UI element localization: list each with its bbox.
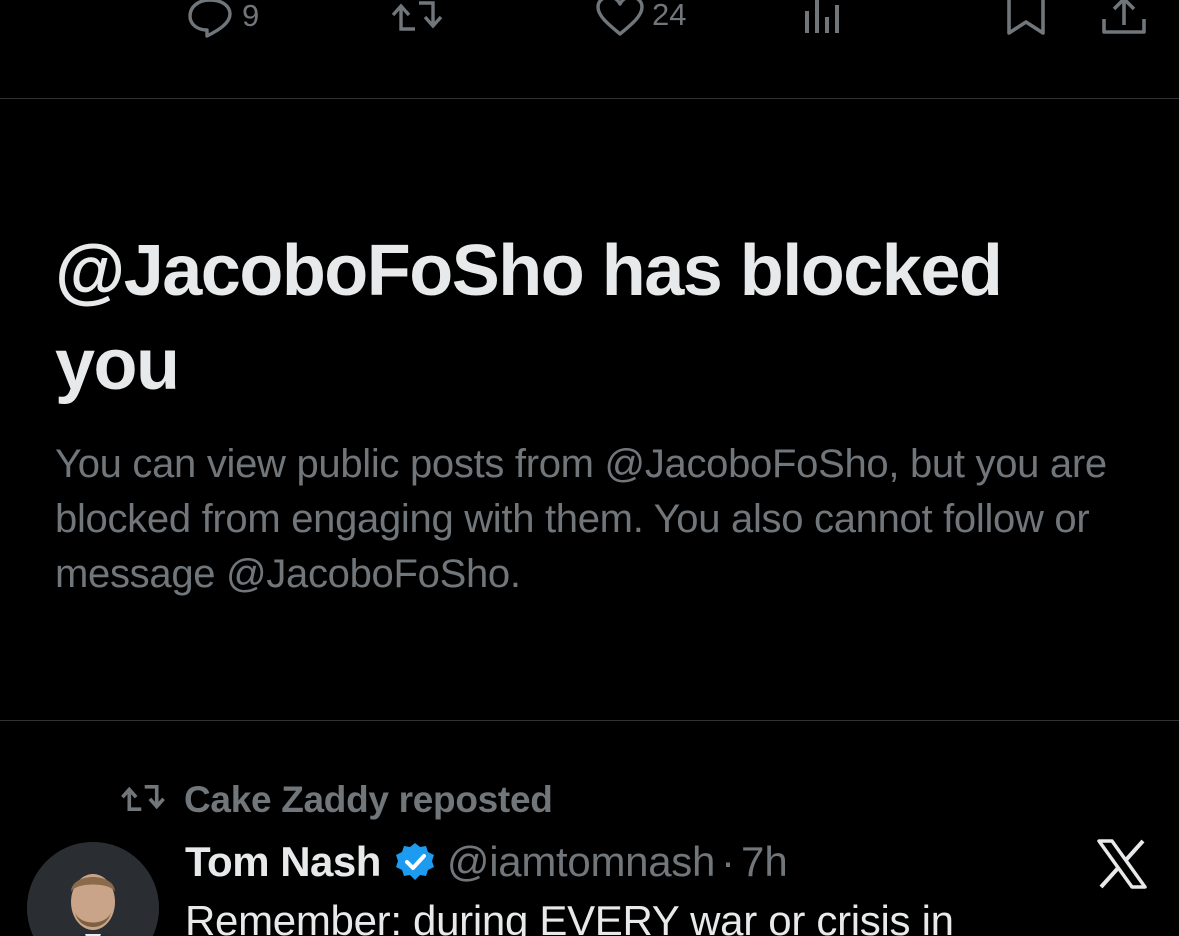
repost-banner[interactable]: Cake Zaddy reposted (118, 778, 553, 822)
views-button[interactable] (803, 0, 843, 36)
reply-count: 9 (242, 0, 260, 33)
bookmark-icon (1005, 0, 1047, 37)
blocked-description: You can view public posts from @JacoboFo… (55, 442, 1107, 596)
repost-icon (118, 780, 168, 821)
x-logo-icon (1096, 838, 1148, 890)
separator-dot: · (721, 838, 736, 885)
tweet-text[interactable]: Remember: during EVERY war or crisis in (185, 895, 1085, 936)
author-handle[interactable]: @iamtomnash (447, 838, 715, 886)
reply-bubble-icon (186, 0, 236, 38)
blocked-title: @JacoboFoSho has blocked you (55, 231, 1003, 405)
heart-icon (594, 0, 646, 38)
like-count: 24 (652, 0, 687, 32)
repost-button[interactable] (391, 0, 443, 36)
tweet-action-bar: 9 24 (0, 0, 1179, 98)
repost-label: Cake Zaddy reposted (184, 779, 553, 820)
reply-button[interactable]: 9 (186, 0, 260, 38)
views-chart-icon (803, 0, 843, 37)
like-button[interactable]: 24 (594, 0, 686, 36)
tweet-author-row: Tom Nash @iamtomnash · 7h (185, 836, 788, 888)
page: 9 24 @JacoboFoSho has blocked you You ca… (0, 0, 1179, 936)
share-icon (1100, 0, 1148, 37)
repost-icon (391, 0, 443, 37)
avatar[interactable] (27, 842, 159, 936)
divider (0, 98, 1179, 99)
author-name[interactable]: Tom Nash (185, 838, 381, 886)
divider (0, 720, 1179, 721)
verified-badge-icon (395, 842, 435, 882)
share-button[interactable] (1100, 0, 1148, 36)
bookmark-button[interactable] (1005, 0, 1047, 36)
tweet-timestamp[interactable]: 7h (741, 838, 788, 886)
